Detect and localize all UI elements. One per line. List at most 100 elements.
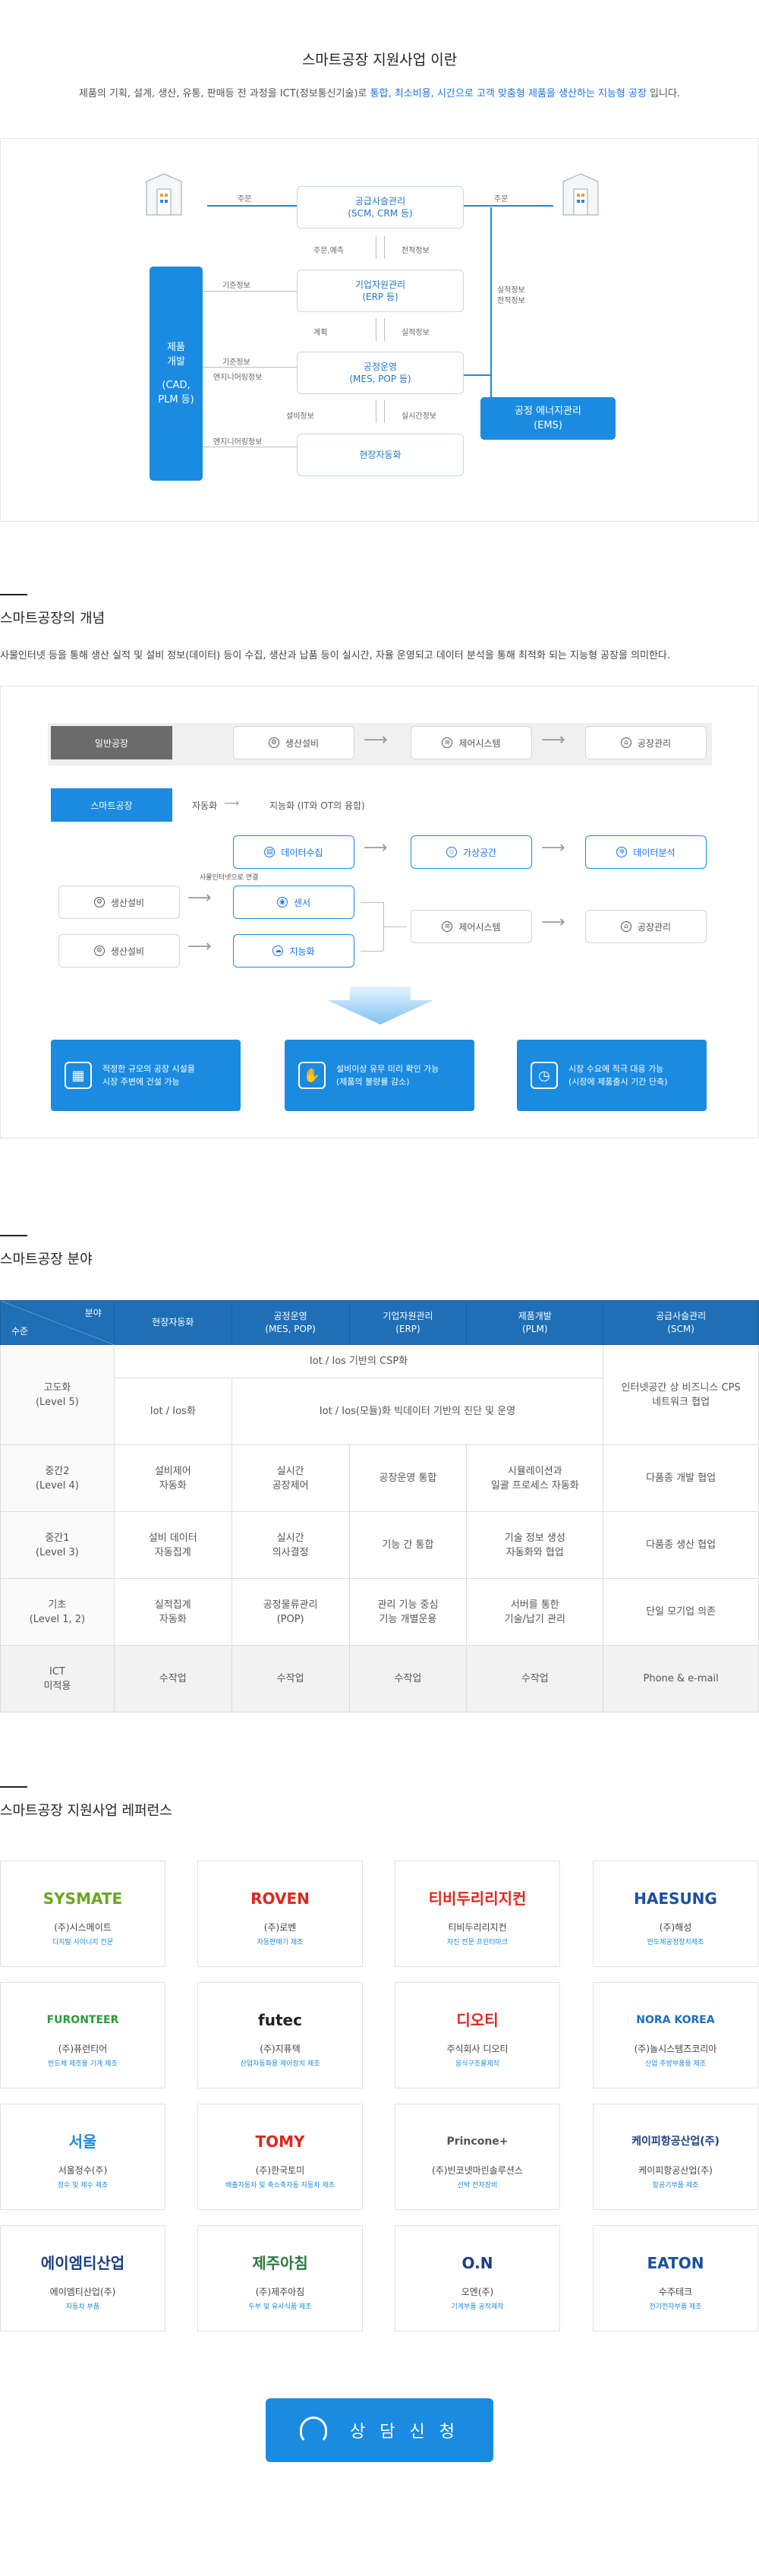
col-header: 제품개발 (PLM) (466, 1300, 604, 1345)
reference-card: Princone+ (주)빈코넷마린솔루션스 선박 전자장비 (395, 2104, 560, 2210)
realtime-info-label: 실시간정보 (402, 412, 436, 421)
perf-side2-label: 전적정보 (497, 297, 525, 305)
level-cell: 중간1 (Level 3) (0, 1511, 115, 1579)
company-name: (주)로벤 (263, 1922, 297, 1933)
perf-info-label: 전적정보 (402, 247, 430, 255)
control-icon: ≡ (442, 737, 453, 748)
company-name: (주)퓨런티어 (58, 2044, 108, 2054)
reference-card: EATON 수주테크전기전자부품 제조 (593, 2225, 758, 2331)
company-desc: 음식구조물제작 (455, 2060, 499, 2068)
company-logo: 디오티 (456, 2011, 499, 2029)
perf-side-label: 실적정보 (497, 286, 525, 295)
gear-icon: ⚙ (93, 945, 105, 956)
analysis-icon: ✲ (616, 847, 628, 857)
level-cell: 중간2 (Level 4) (0, 1444, 115, 1512)
right-building-icon (560, 172, 601, 216)
reference-card: 디오티 주식회사 디오티 음식구조물제작 (395, 1982, 560, 2088)
level-cell: ICT 미적용 (0, 1645, 115, 1713)
g-mgmt: ⌂ 공장관리 (585, 726, 707, 759)
plan-label: 계획 (313, 329, 328, 337)
concept-heading: 스마트공장의 개념 (0, 611, 106, 627)
sensor-icon: ◉ (276, 897, 288, 908)
factory-icon: ⌂ (620, 737, 631, 748)
level-table: 분야 수준 현장자동화 공정운영 (MES, POP) 기업자원관리 (ERP)… (0, 1300, 759, 1713)
table-cell: 수작업 (348, 1645, 468, 1713)
control-icon: ≡ (442, 921, 453, 932)
company-name: (주)한국토미 (255, 2165, 305, 2176)
company-logo: Princone+ (446, 2136, 509, 2148)
table-cell: 단일 모기업 의존 (603, 1578, 759, 1646)
reference-card: 케이피항공산업(주) 케이피항공산업(주) 항공기부품 제조 (593, 2104, 758, 2210)
company-logo: 제주아침 (252, 2254, 308, 2272)
company-desc: 기계부품 공작제작 (451, 2303, 504, 2311)
company-name: 서울정수(주) (58, 2165, 108, 2176)
table-cell: 실시간 의사결정 (231, 1511, 350, 1579)
company-desc: 두부 및 유사식품 제조 (248, 2303, 312, 2311)
ems-box: 공정 에너지관리 (EMS) (480, 397, 616, 440)
automation-desc: 지능화 (IT와 OT의 융합) (269, 800, 365, 811)
gear-icon: ⚙ (93, 897, 105, 908)
table-cell: 설비 데이터 자동집계 (113, 1511, 232, 1579)
company-logo: TOMY (255, 2132, 305, 2151)
table-cell: 공정물류관리 (POP) (231, 1578, 350, 1646)
table-cell: 시뮬레이션과 일괄 프로세스 자동화 (466, 1444, 604, 1512)
table-cell: 실적집계 자동화 (113, 1578, 232, 1646)
reference-card: TOMY (주)한국토미 배출자동차 및 축소축자동 자동차 제조 (197, 2104, 363, 2210)
intro-highlight: 통합, 최소비용, 시간으로 고객 맞춤형 제품을 생산하는 지능형 공장 (370, 88, 647, 99)
company-name: (주)제주아침 (255, 2287, 305, 2297)
intro-text: 제품의 기획, 설계, 생산, 유통, 판매등 전 과정을 ICT(정보통신기술… (78, 88, 681, 99)
col-header: 기업자원관리 (ERP) (348, 1300, 468, 1345)
g-equip: ⚙ 생산설비 (233, 726, 354, 759)
table-cell: Phone & e-mail (603, 1645, 759, 1713)
factory-icon: ▦ (65, 1062, 92, 1089)
g-control: ≡ 제어시스템 (411, 726, 532, 759)
equip-1: ⚙ 생산설비 (58, 886, 180, 919)
company-logo: futec (258, 2011, 302, 2029)
table-cell: 수작업 (113, 1645, 232, 1713)
feature-2: ✋ 설비이상 유무 미리 확인 가능 (제품의 불량률 감소) (285, 1040, 474, 1111)
cloud-icon: ☁ (272, 945, 284, 956)
company-logo: NORA KOREA (636, 2014, 715, 2026)
table-cell: 공장운영 통합 (348, 1444, 468, 1512)
company-name: 수주테크 (658, 2287, 693, 2297)
automation-box: 현장자동화 (297, 434, 464, 476)
reference-card: SYSMATE (주)시스메이트 디지털 사이니지 전문 (0, 1861, 165, 1967)
company-logo: EATON (647, 2254, 704, 2272)
field-heading: 스마트공장 분야 (0, 1252, 93, 1267)
table-cell: 실시간 공장제어 (231, 1444, 350, 1512)
company-desc: 정수 및 제수 제조 (57, 2182, 109, 2189)
order-left-label: 주문 (238, 195, 252, 204)
table-cell: 관리 기능 중심 기능 개별운용 (348, 1578, 468, 1646)
reference-card: futec (주)지퓨텍 산업자동화용 제어장치 제조 (197, 1982, 363, 2088)
company-desc: 반도체 제조용 기계 제조 (48, 2060, 118, 2068)
company-logo: ROVEN (250, 1889, 310, 1908)
company-desc: 반도체공정장치제조 (647, 1939, 704, 1946)
company-name: 오엔(주) (461, 2287, 494, 2297)
consult-button[interactable]: 상 담 신 청 (266, 2398, 493, 2462)
company-logo: HAESUNG (634, 1889, 717, 1908)
consult-button-label: 상 담 신 청 (350, 2423, 459, 2442)
concept-diagram: 일반공장 ⚙ 생산설비 ⟶ ≡ 제어시스템 ⟶ ⌂ 공장관리 스마트공장 자동화 ⟶ … (0, 686, 759, 1138)
sensor: ◉ 센서 (233, 886, 354, 919)
eng-info1-label: 엔지니어링정보 (213, 374, 263, 382)
table-cell: 다품종 생산 협업 (603, 1511, 759, 1579)
company-desc: 항공기부품 제조 (652, 2182, 699, 2189)
intelligence: ☁ 지능화 (233, 934, 354, 968)
page-title: 스마트공장 지원사업 이란 (301, 52, 458, 68)
company-name: 에이엠티산업(주) (49, 2287, 116, 2297)
virtual-space: ◇ 가상공간 (411, 835, 532, 869)
concept-desc: 사물인터넷 등을 통해 생산 실적 및 설비 정보(데이터) 등이 수집, 생산… (0, 650, 671, 661)
reference-card: 티비두리리지컨 티비두리리지컨 자진 전문 프린터마크 (395, 1861, 560, 1967)
col-header: 현장자동화 (113, 1300, 232, 1345)
equip-2: ⚙ 생산설비 (58, 934, 180, 968)
automation-label: 자동화 (192, 800, 218, 811)
company-logo: O.N (461, 2254, 493, 2272)
table-cell: 다품종 개발 협업 (603, 1444, 759, 1512)
factory-mgmt: ⌂ 공장관리 (585, 910, 707, 943)
hand-icon: ✋ (298, 1062, 326, 1089)
table-corner: 분야 수준 (0, 1300, 115, 1345)
reference-card: HAESUNG (주)해성 반도체공정장치제조 (593, 1861, 758, 1967)
data-analysis: ✲ 데이터분석 (585, 835, 707, 869)
table-cell: 기술 정보 생성 자동화와 협업 (466, 1511, 604, 1579)
company-desc: 전기전자부품 제조 (649, 2303, 702, 2311)
